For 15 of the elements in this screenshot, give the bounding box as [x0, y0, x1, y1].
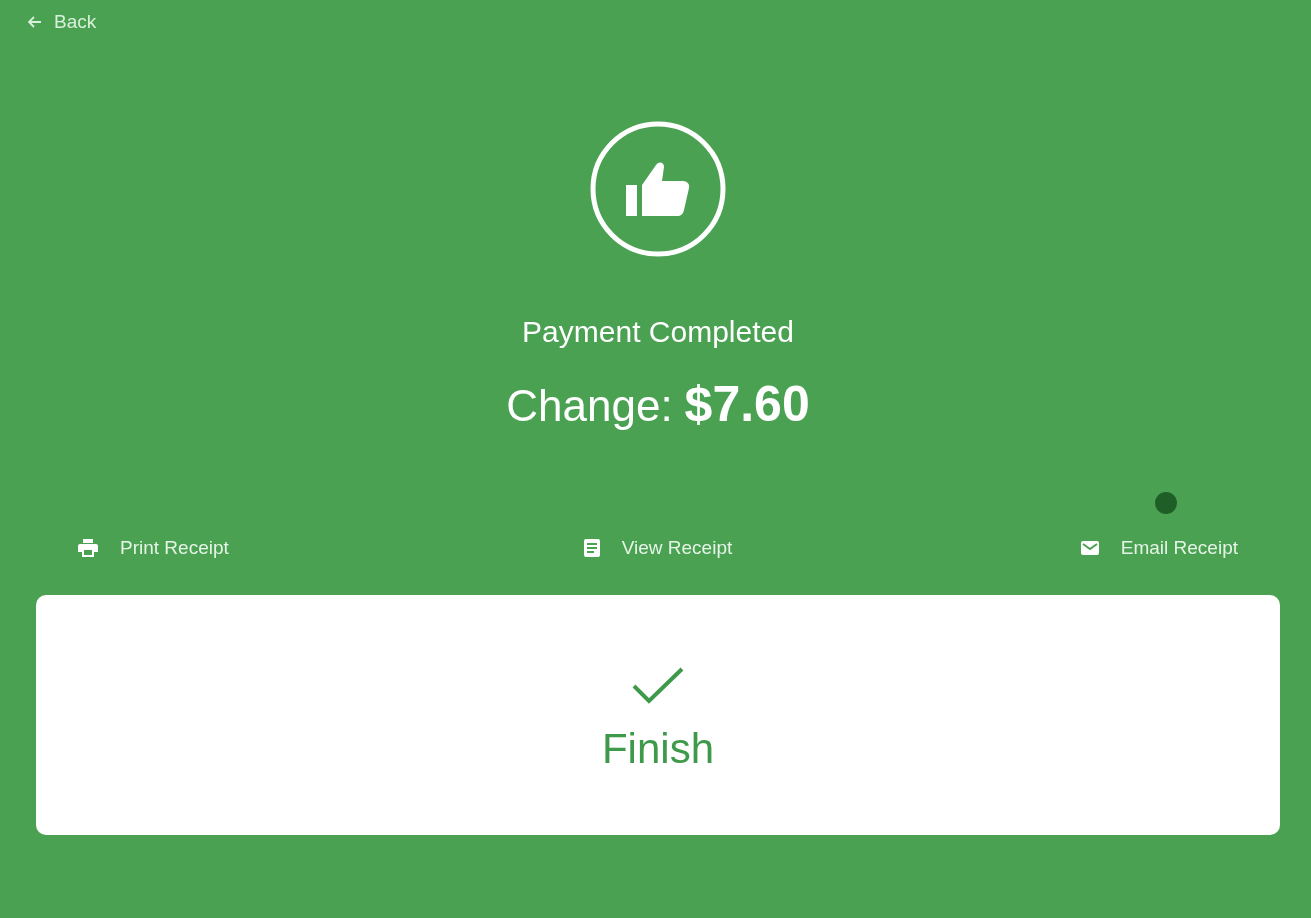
receipt-action-button[interactable]: Print Receipt — [76, 533, 231, 563]
back-button[interactable]: Back — [24, 9, 101, 35]
printer-icon — [78, 539, 98, 557]
receipt-action-button[interactable]: Email Receipt — [1078, 533, 1240, 563]
thumbs-up-icon — [590, 121, 726, 257]
arrow-left-icon — [28, 16, 42, 28]
change-label: Change: — [506, 381, 673, 431]
finish-button[interactable]: Finish — [36, 595, 1280, 835]
payment-status-title: Payment Completed — [522, 315, 794, 349]
document-icon — [583, 539, 600, 557]
receipt-action-button[interactable]: View Receipt — [581, 533, 735, 563]
checkmark-icon — [632, 666, 684, 705]
change-amount: $7.60 — [684, 375, 810, 433]
touch-indicator — [1155, 492, 1177, 514]
envelope-icon — [1080, 541, 1099, 555]
